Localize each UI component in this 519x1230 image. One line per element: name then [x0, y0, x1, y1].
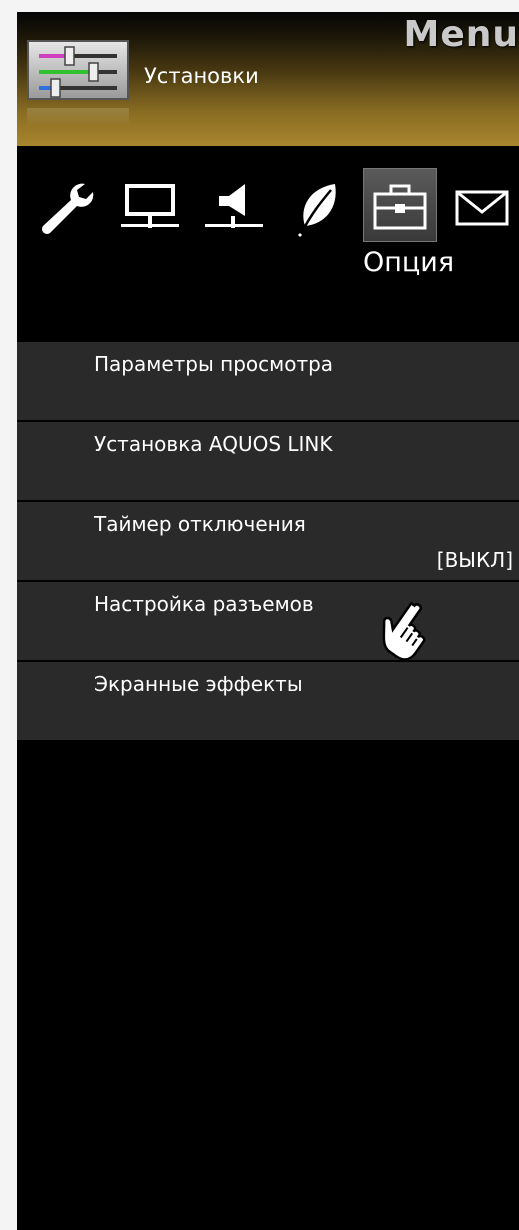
menu-item-label: Настройка разъемов	[94, 592, 314, 616]
leaf-icon[interactable]	[291, 178, 353, 244]
menu-header: Установки Menu	[17, 12, 519, 146]
wrench-icon[interactable]	[35, 178, 97, 244]
menu-item-aquos-link-setup[interactable]: Установка AQUOS LINK	[17, 422, 519, 502]
hand-pointer-icon	[372, 601, 448, 668]
menu-item-label: Таймер отключения	[94, 512, 306, 536]
selected-category-label: Опция	[363, 247, 455, 278]
envelope-icon[interactable]	[455, 190, 511, 234]
menu-item-label: Параметры просмотра	[94, 352, 334, 376]
settings-sliders-icon	[27, 40, 129, 100]
toolbox-icon[interactable]	[371, 182, 429, 236]
menu-item-label: Установка AQUOS LINK	[94, 432, 333, 456]
menu-item-sleep-timer[interactable]: Таймер отключения [ВЫКЛ]	[17, 502, 519, 582]
category-icon-row	[17, 160, 519, 260]
menu-item-viewing-parameters[interactable]: Параметры просмотра	[17, 342, 519, 422]
menu-item-value: [ВЫКЛ]	[436, 548, 513, 572]
tv-menu-screen: Установки Menu Опция Параметры просмотра…	[17, 12, 519, 1230]
monitor-icon[interactable]	[121, 178, 183, 244]
settings-icon-reflection	[27, 108, 129, 126]
speaker-icon[interactable]	[205, 178, 267, 244]
header-subtitle: Установки	[144, 64, 259, 88]
menu-item-screen-effects[interactable]: Экранные эффекты	[17, 662, 519, 742]
menu-title: Menu	[403, 14, 519, 55]
options-menu-list: Параметры просмотра Установка AQUOS LINK…	[17, 342, 519, 742]
menu-item-label: Экранные эффекты	[94, 672, 303, 696]
